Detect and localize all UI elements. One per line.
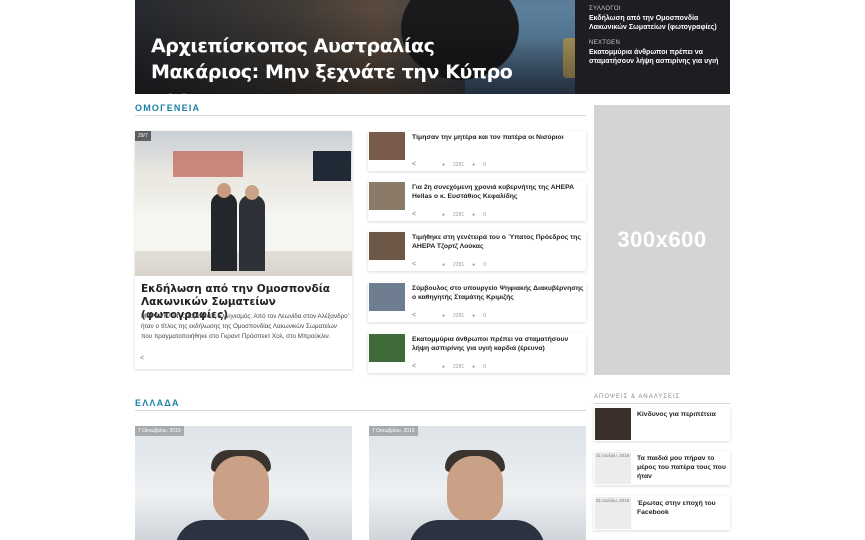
- share-icon[interactable]: <: [412, 312, 416, 319]
- image-person-head: [217, 183, 231, 198]
- comment-icon: ●: [472, 364, 476, 370]
- image-person: [239, 195, 265, 271]
- list-item-title[interactable]: Σύμβουλος στο υπουργείο Ψηφιακής Διακυβέ…: [412, 284, 584, 302]
- section-heading-opinions[interactable]: ΑΠΟΨΕΙΣ & ΑΝΑΛΥΣΕΙΣ: [594, 394, 680, 400]
- eye-icon: ●: [442, 364, 446, 370]
- list-item[interactable]: Τίμησαν την μητέρα και τον πατέρα οι Νισ…: [368, 131, 586, 171]
- featured-image[interactable]: 29/7: [135, 131, 352, 276]
- hero-banner[interactable]: Αρχιεπίσκοπος Αυστραλίας Μακάριος: Μην ξ…: [135, 0, 730, 94]
- opinion-thumbnail[interactable]: 31 Ιουλίου, 2019: [595, 497, 631, 529]
- opinion-thumbnail[interactable]: [595, 408, 631, 440]
- image-face: [447, 456, 503, 522]
- list-item[interactable]: Τιμήθηκε στη γενέτειρά του ο Ύπατος Πρόε…: [368, 231, 586, 271]
- list-item[interactable]: Εκατομμύρια άνθρωποι πρέπει να σταματήσο…: [368, 333, 586, 373]
- opinion-item[interactable]: Κίνδυνος για περιπέτεια: [594, 407, 730, 441]
- views-count: 2281: [453, 364, 465, 370]
- hero-side-list: ΣΥΛΛΟΓΟΙ Εκδήλωση από την Ομοσπονδία Λακ…: [575, 0, 730, 94]
- share-icon[interactable]: <: [412, 261, 416, 268]
- featured-excerpt: ΜΠΡΟΥΚΛΙΝ. Ολυμπιακός Ελληνισμός. Από το…: [141, 313, 349, 340]
- list-item-meta: ● 2281 ● 0: [442, 313, 494, 319]
- section-heading-omogeneia[interactable]: ΟΜΟΓΕΝΕΙΑ: [135, 103, 200, 113]
- hero-side-category[interactable]: ΣΥΛΛΟΓΟΙ: [589, 6, 730, 12]
- list-item-thumbnail[interactable]: [369, 334, 405, 362]
- date-tag: 29/7: [135, 131, 151, 141]
- list-item-title[interactable]: Εκατομμύρια άνθρωποι πρέπει να σταματήσο…: [412, 335, 584, 353]
- opinion-item[interactable]: 31 Ιουλίου, 2019 Τα παιδιά μου πήραν το …: [594, 451, 730, 485]
- list-item-thumbnail[interactable]: [369, 182, 405, 210]
- comments-count: 0: [483, 212, 486, 218]
- ellada-article-card[interactable]: 7 Οκτωβρίου, 2019: [135, 426, 352, 540]
- image-person: [211, 193, 237, 271]
- list-item-meta: ● 2281 ● 0: [442, 162, 494, 168]
- list-item-thumbnail[interactable]: [369, 132, 405, 160]
- list-item-title[interactable]: Για 2η συνεχόμενη χρονιά κυβερνήτης της …: [412, 183, 584, 201]
- comment-icon: ●: [472, 313, 476, 319]
- hero-side-item[interactable]: NEXTGEN Εκατομμύρια άνθρωποι πρέπει να σ…: [589, 40, 730, 66]
- share-icon[interactable]: <: [412, 161, 416, 168]
- opinion-item[interactable]: 31 Ιουλίου, 2019 Έρωτας στην εποχή του F…: [594, 496, 730, 530]
- section-divider: [594, 403, 730, 404]
- opinion-title[interactable]: Κίνδυνος για περιπέτεια: [637, 410, 727, 419]
- section-divider: [135, 410, 586, 411]
- comment-icon: ●: [472, 262, 476, 268]
- views-count: 2281: [453, 212, 465, 218]
- hero-side-title[interactable]: Εκατομμύρια άνθρωποι πρέπει να σταματήσο…: [589, 48, 730, 66]
- comments-count: 0: [483, 262, 486, 268]
- date-tag: 7 Οκτωβρίου, 2019: [135, 426, 184, 436]
- comments-count: 0: [483, 364, 486, 370]
- list-item-thumbnail[interactable]: [369, 232, 405, 260]
- image-person-head: [245, 185, 259, 200]
- views-count: 2281: [453, 313, 465, 319]
- share-icon[interactable]: <: [140, 355, 144, 362]
- hero-side-item[interactable]: ΣΥΛΛΟΓΟΙ Εκδήλωση από την Ομοσπονδία Λακ…: [589, 6, 730, 32]
- list-item-meta: ● 2281 ● 0: [442, 364, 494, 370]
- views-count: 2281: [453, 262, 465, 268]
- hero-image[interactable]: Αρχιεπίσκοπος Αυστραλίας Μακάριος: Μην ξ…: [135, 0, 585, 94]
- list-item-thumbnail[interactable]: [369, 283, 405, 311]
- section-divider: [135, 115, 586, 116]
- image-face: [213, 456, 269, 522]
- featured-article[interactable]: 29/7 Εκδήλωση από την Ομοσπονδία Λακωνικ…: [135, 131, 352, 369]
- hero-side-category[interactable]: NEXTGEN: [589, 40, 730, 46]
- eye-icon: ●: [442, 162, 446, 168]
- opinion-thumbnail[interactable]: 31 Ιουλίου, 2019: [595, 452, 631, 484]
- share-icon[interactable]: <: [412, 211, 416, 218]
- opinion-title[interactable]: Έρωτας στην εποχή του Facebook: [637, 499, 727, 517]
- list-item-title[interactable]: Τιμήθηκε στη γενέτειρά του ο Ύπατος Πρόε…: [412, 233, 584, 251]
- ad-placeholder[interactable]: 300x600: [594, 105, 730, 375]
- image-banner: [173, 151, 243, 177]
- comment-icon: ●: [472, 212, 476, 218]
- comments-count: 0: [483, 162, 486, 168]
- eye-icon: ●: [442, 212, 446, 218]
- share-icon[interactable]: <: [412, 363, 416, 370]
- eye-icon: ●: [442, 262, 446, 268]
- list-item[interactable]: Για 2η συνεχόμενη χρονιά κυβερνήτης της …: [368, 181, 586, 221]
- hero-title[interactable]: Αρχιεπίσκοπος Αυστραλίας Μακάριος: Μην ξ…: [151, 33, 531, 94]
- section-heading-ellada[interactable]: ΕΛΛΑΔΑ: [135, 398, 180, 408]
- image-suit: [175, 520, 311, 540]
- list-item-meta: ● 2281 ● 0: [442, 262, 494, 268]
- image-suit: [409, 520, 545, 540]
- hero-side-title[interactable]: Εκδήλωση από την Ομοσπονδία Λακωνικών Σω…: [589, 14, 730, 32]
- opinion-date: 31 Ιουλίου, 2019: [596, 498, 630, 503]
- ellada-article-card[interactable]: 7 Οκτωβρίου, 2019: [369, 426, 586, 540]
- list-item-title[interactable]: Τίμησαν την μητέρα και τον πατέρα οι Νισ…: [412, 133, 584, 142]
- image-screen: [313, 151, 351, 181]
- comments-count: 0: [483, 313, 486, 319]
- comment-icon: ●: [472, 162, 476, 168]
- opinion-title[interactable]: Τα παιδιά μου πήραν το μέρος του πατέρα …: [637, 454, 727, 481]
- date-tag: 7 Οκτωβρίου, 2019: [369, 426, 418, 436]
- eye-icon: ●: [442, 313, 446, 319]
- list-item[interactable]: Σύμβουλος στο υπουργείο Ψηφιακής Διακυβέ…: [368, 282, 586, 322]
- views-count: 2281: [453, 162, 465, 168]
- opinion-date: 31 Ιουλίου, 2019: [596, 453, 630, 458]
- list-item-meta: ● 2281 ● 0: [442, 212, 494, 218]
